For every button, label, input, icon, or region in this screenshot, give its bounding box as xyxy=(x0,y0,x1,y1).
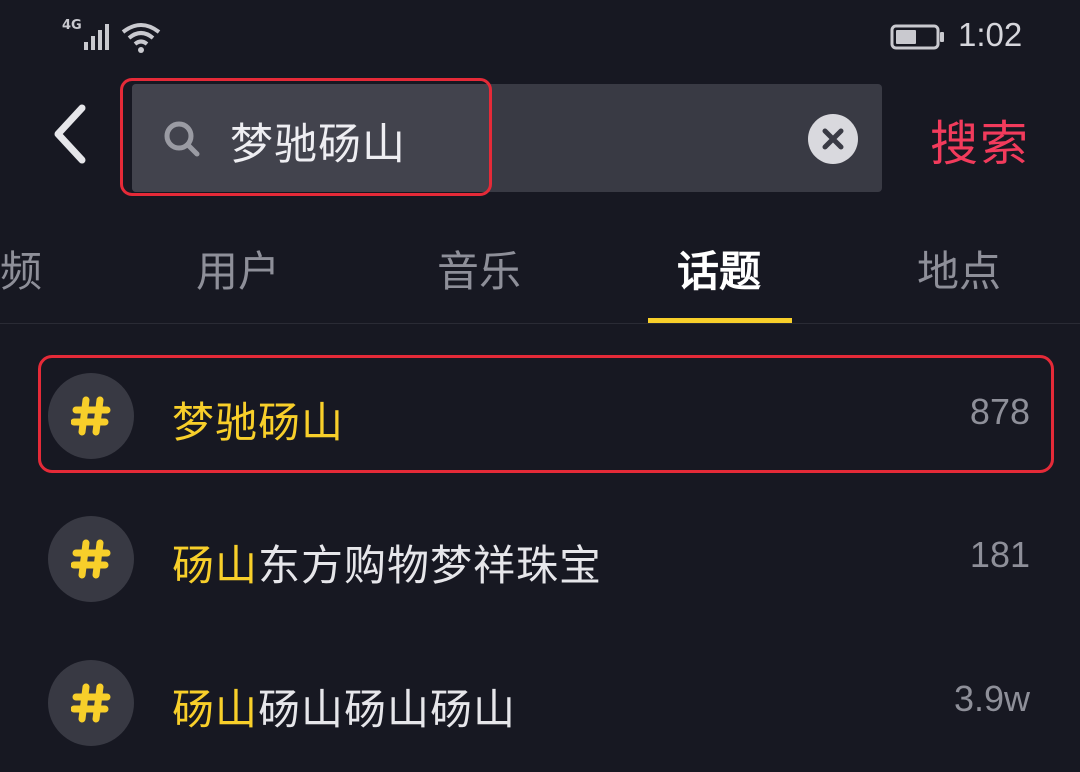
back-button[interactable] xyxy=(42,98,102,170)
tab-topics[interactable]: 话题 xyxy=(677,238,761,299)
annotation-highlight-search xyxy=(120,78,492,196)
topic-title-match: 砀山 xyxy=(172,685,259,734)
topic-view-count: 181 xyxy=(969,534,1030,575)
hashtag-icon xyxy=(48,516,134,602)
clear-icon xyxy=(822,128,844,150)
hashtag-icon xyxy=(48,660,134,746)
network-type-label: 4G xyxy=(62,18,82,33)
topic-title: 砀山砀山砀山砀山 xyxy=(172,676,516,737)
topic-result-row[interactable]: 砀山东方购物梦祥珠宝 181 xyxy=(0,496,1080,626)
topic-title-rest: 砀山砀山砀山 xyxy=(258,685,517,734)
topic-title-rest: 东方购物梦祥珠宝 xyxy=(258,541,603,590)
tab-divider xyxy=(0,323,1080,324)
back-arrow-icon xyxy=(54,104,86,164)
battery-icon xyxy=(890,24,944,50)
topic-result-row[interactable]: 砀山砀山砀山砀山 3.9w xyxy=(0,640,1080,770)
status-bar: 4G 1:02 xyxy=(0,0,1080,72)
tab-places[interactable]: 地点 xyxy=(917,238,1001,299)
wifi-icon xyxy=(121,23,161,53)
search-submit-button[interactable]: 搜索 xyxy=(930,104,1030,174)
topic-view-count: 3.9w xyxy=(953,678,1030,719)
annotation-highlight-result xyxy=(38,355,1054,473)
tab-videos[interactable]: 频 xyxy=(0,238,42,299)
tab-music[interactable]: 音乐 xyxy=(437,238,521,299)
clear-search-button[interactable] xyxy=(808,114,858,164)
tab-users[interactable]: 用户 xyxy=(196,238,280,299)
clock: 1:02 xyxy=(958,16,1023,53)
topic-title-match: 砀山 xyxy=(172,541,259,590)
signal-icon xyxy=(84,24,109,50)
topic-title: 砀山东方购物梦祥珠宝 xyxy=(172,532,602,593)
